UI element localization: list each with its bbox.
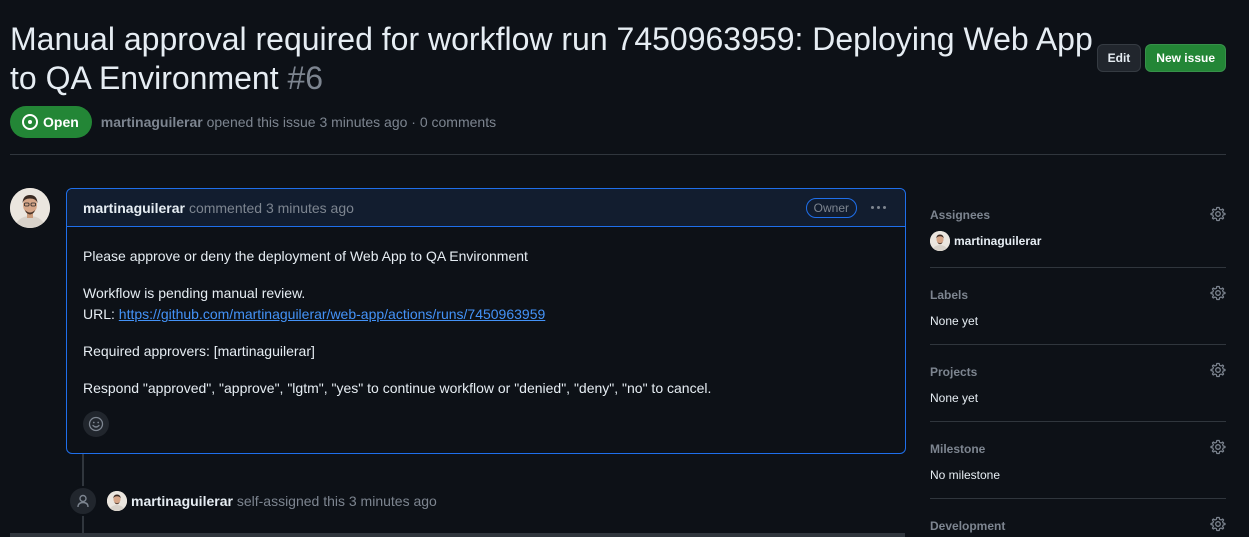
avatar (930, 231, 950, 251)
issue-open-icon (22, 114, 38, 130)
comment-body: Please approve or deny the deployment of… (67, 227, 905, 399)
gear-icon[interactable] (1210, 516, 1226, 532)
issue-sidebar: Assignees martinaguilerar Labels None ye… (930, 190, 1226, 537)
comment-box: martinaguilerar commented 3 minutes ago … (66, 188, 906, 454)
header-divider (10, 154, 1226, 155)
kebab-menu-icon[interactable] (867, 198, 889, 218)
owner-badge: Owner (805, 197, 857, 218)
add-reaction-button[interactable] (83, 411, 109, 437)
issue-header: Manual approval required for workflow ru… (10, 20, 1100, 98)
timeline-author-link[interactable]: martinaguilerar (131, 493, 233, 509)
sidebar-label[interactable]: Assignees (930, 208, 990, 222)
comment-header: martinaguilerar commented 3 minutes ago … (67, 189, 905, 227)
gear-icon[interactable] (1210, 439, 1226, 455)
meta-text: martinaguilerar opened this issue 3 minu… (101, 114, 496, 130)
edit-button[interactable]: Edit (1096, 44, 1142, 72)
status-badge: Open (10, 106, 92, 138)
sidebar-projects: Projects None yet (930, 345, 1226, 422)
comment-timestamp[interactable]: commented 3 minutes ago (189, 200, 354, 216)
comment-paragraph: Workflow is pending manual review. URL: … (83, 283, 889, 325)
new-issue-button[interactable]: New issue (1145, 44, 1226, 72)
issue-title-text: Manual approval required for workflow ru… (10, 21, 1093, 96)
issue-title: Manual approval required for workflow ru… (10, 20, 1100, 98)
sidebar-labels: Labels None yet (930, 268, 1226, 345)
timeline-description: self-assigned this 3 minutes ago (236, 493, 437, 509)
timeline-event: martinaguilerar self-assigned this 3 min… (68, 486, 437, 516)
timeline-text: martinaguilerar self-assigned this 3 min… (131, 493, 437, 509)
meta-description: opened this issue 3 minutes ago · 0 comm… (206, 114, 497, 130)
header-actions: Edit New issue (1096, 44, 1226, 72)
gear-icon[interactable] (1210, 285, 1226, 301)
assignee-item[interactable]: martinaguilerar (930, 231, 1041, 251)
status-label: Open (43, 114, 79, 130)
issue-meta: Open martinaguilerar opened this issue 3… (10, 106, 496, 138)
sidebar-label[interactable]: Development (930, 519, 1005, 533)
url-prefix: URL: (83, 306, 119, 322)
sidebar-label[interactable]: Milestone (930, 442, 985, 456)
gear-icon[interactable] (1210, 362, 1226, 378)
issue-number: #6 (287, 60, 324, 96)
sidebar-assignees: Assignees martinaguilerar (930, 190, 1226, 268)
comment-line: Please approve or deny the deployment of… (83, 248, 528, 264)
sidebar-label[interactable]: Projects (930, 365, 977, 379)
avatar[interactable] (10, 188, 50, 228)
sidebar-milestone: Milestone No milestone (930, 422, 1226, 499)
issue-page: Manual approval required for workflow ru… (0, 0, 1249, 537)
smiley-icon (88, 416, 104, 432)
workflow-run-link[interactable]: https://github.com/martinaguilerar/web-a… (119, 306, 545, 322)
person-icon (68, 486, 98, 516)
timeline-bottom-rule (10, 533, 905, 537)
sidebar-value: None yet (930, 391, 979, 405)
avatar[interactable] (107, 491, 127, 511)
meta-author-link[interactable]: martinaguilerar (101, 114, 203, 130)
comment-line: Workflow is pending manual review. (83, 285, 306, 301)
sidebar-value: None yet (930, 314, 979, 328)
sidebar-label[interactable]: Labels (930, 288, 968, 302)
avatar-photo (10, 188, 50, 228)
gear-icon[interactable] (1210, 206, 1226, 222)
sidebar-development: Development (930, 499, 1226, 537)
comment-line: Required approvers: [martinaguilerar] (83, 343, 315, 359)
comment-author-link[interactable]: martinaguilerar (83, 200, 185, 216)
comment-line: Respond "approved", "approve", "lgtm", "… (83, 380, 712, 396)
assignee-name: martinaguilerar (954, 234, 1042, 248)
sidebar-value: No milestone (930, 468, 1001, 482)
